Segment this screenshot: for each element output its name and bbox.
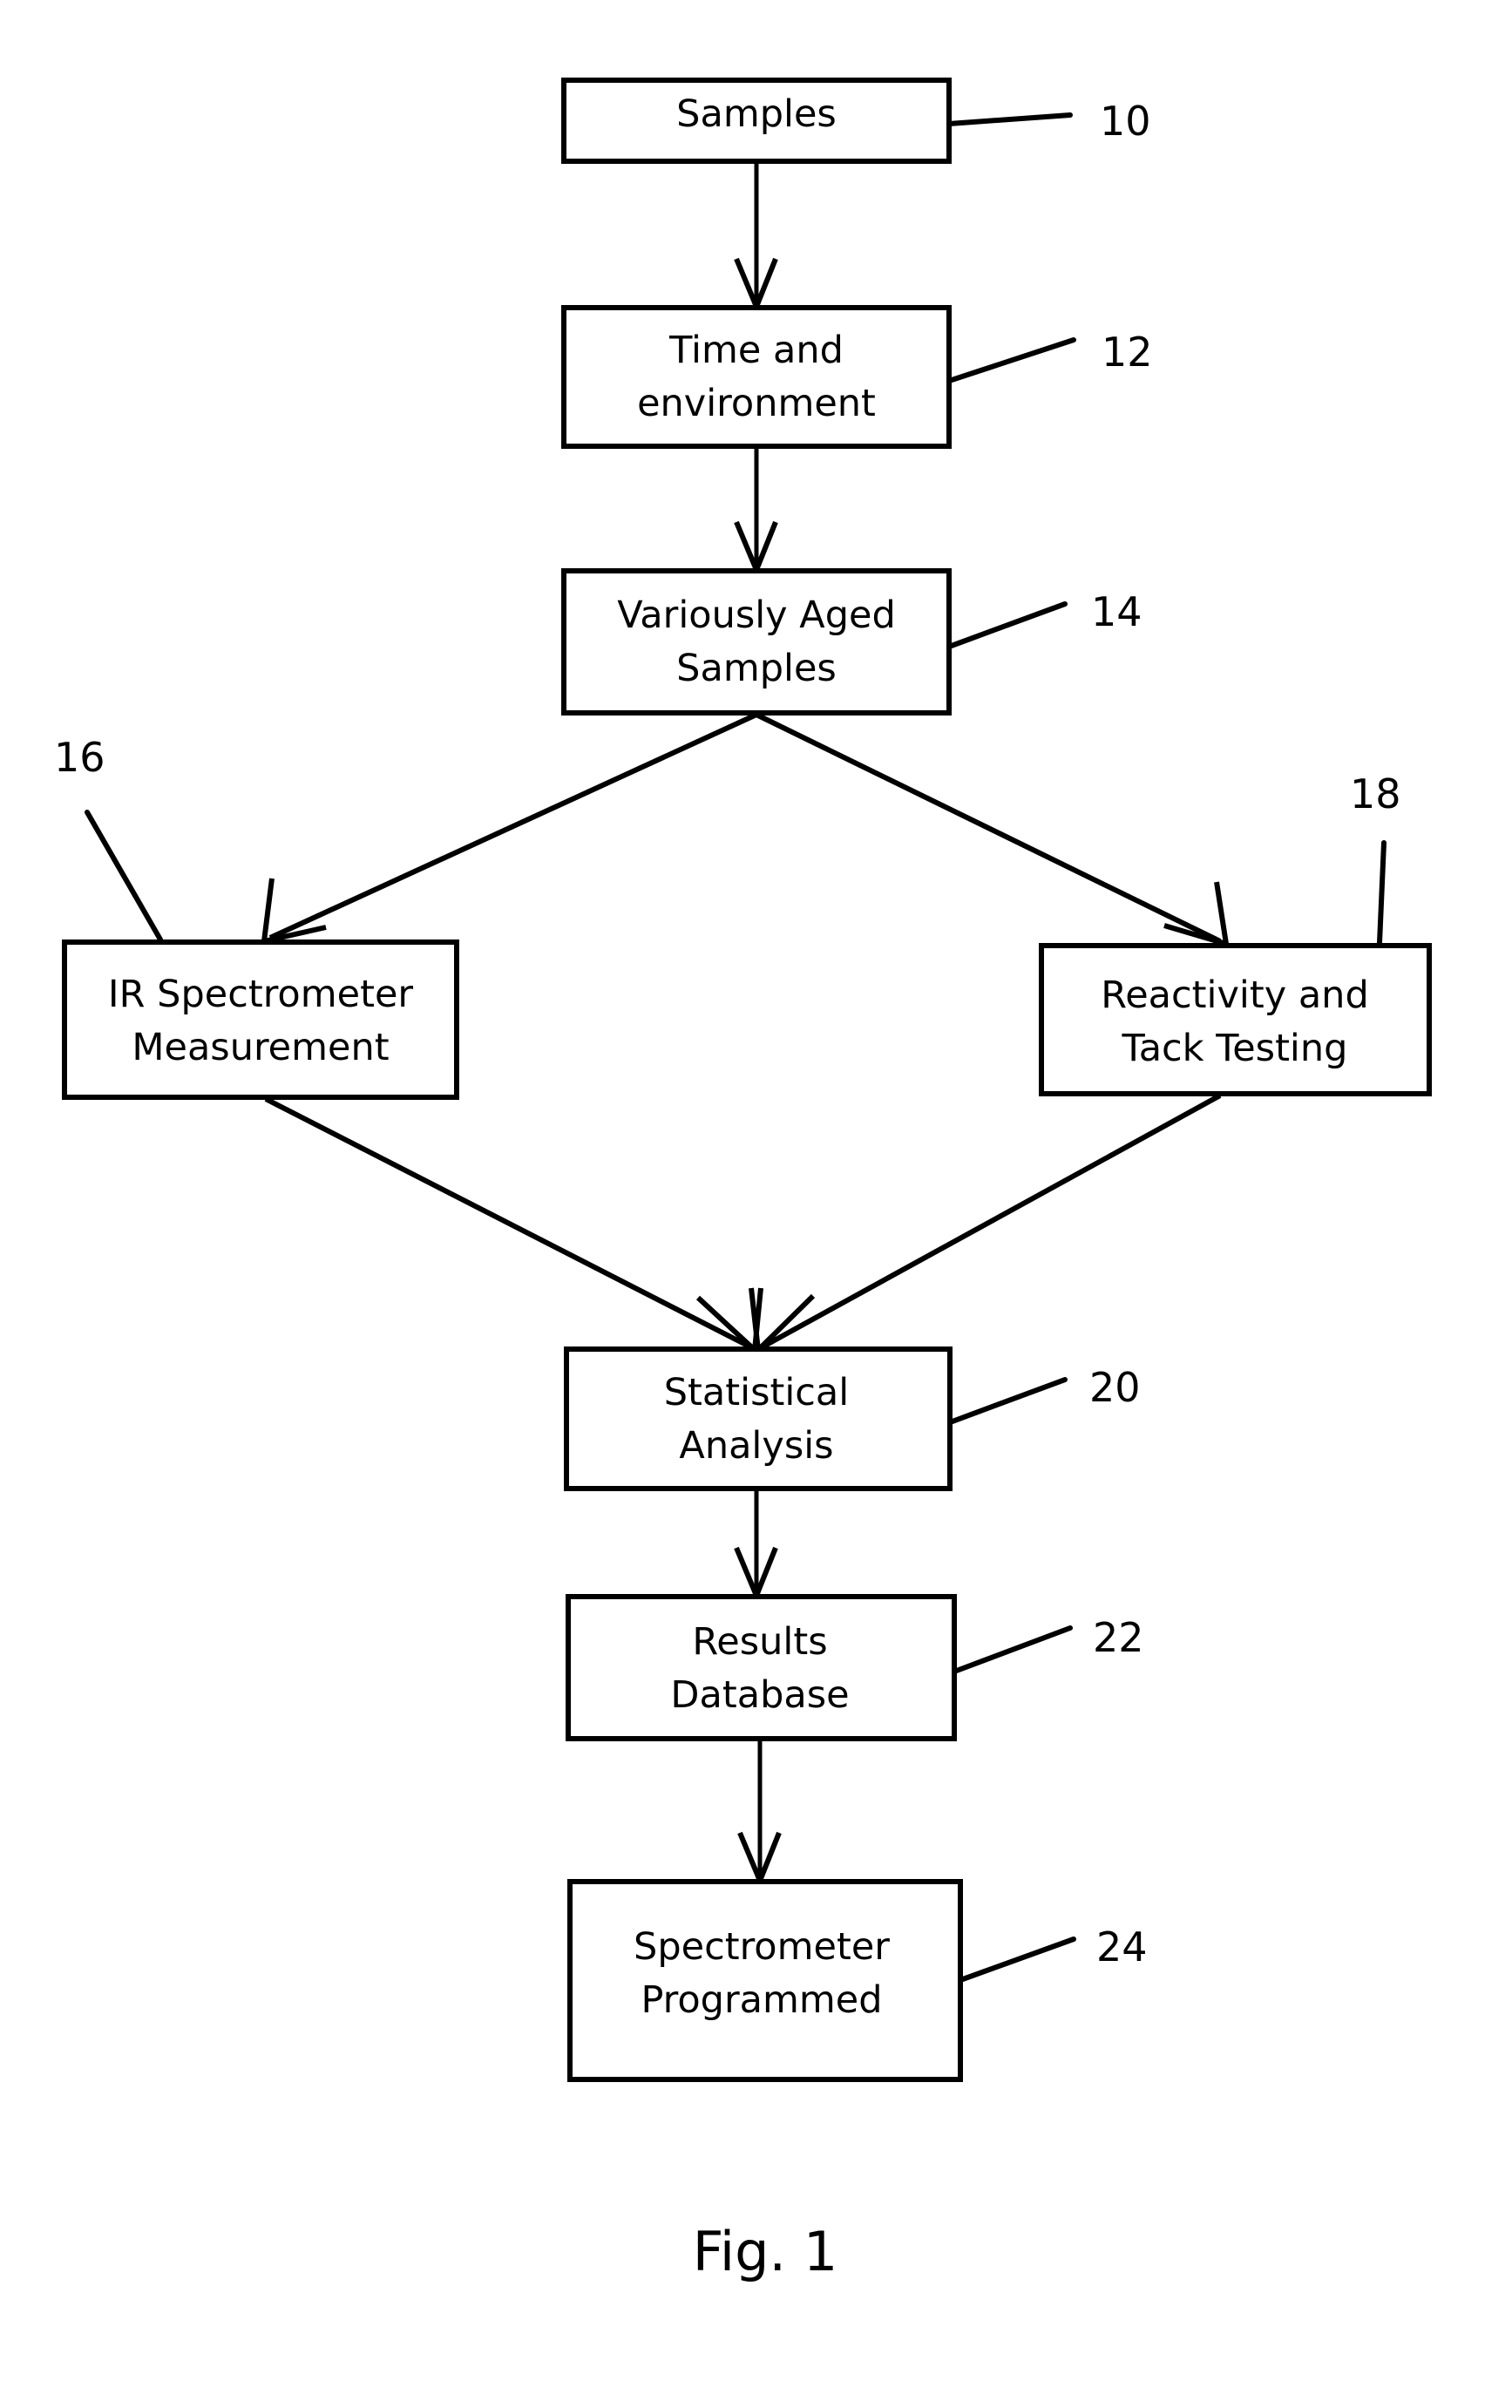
node-ir-spectrometer-measurement[interactable]: IR Spectrometer Measurement bbox=[62, 939, 459, 1100]
node-statistical-analysis-label-line1: Statistical bbox=[664, 1371, 849, 1414]
node-spectrometer-programmed-label-line2: Programmed bbox=[641, 1978, 882, 2022]
figure-caption: Fig. 1 bbox=[693, 2220, 838, 2283]
ref-number-20: 20 bbox=[1089, 1364, 1141, 1411]
ref-callout-12: 12 bbox=[946, 329, 1153, 383]
node-statistical-analysis-label-line2: Analysis bbox=[679, 1424, 833, 1468]
ref-callout-14: 14 bbox=[946, 588, 1142, 649]
node-variously-aged-samples-label-line1: Variously Aged bbox=[617, 594, 896, 637]
node-time-and-environment[interactable]: Time and environment bbox=[561, 305, 952, 449]
edge-aged-to-ir bbox=[261, 712, 758, 945]
ref-number-12: 12 bbox=[1102, 329, 1153, 376]
ref-leader-22 bbox=[952, 1625, 1073, 1674]
figure-page: Samples 10 Time and environment 12 Vario… bbox=[0, 0, 1512, 2408]
ref-callout-10: 10 bbox=[946, 98, 1151, 145]
node-variously-aged-samples-label-line2: Samples bbox=[676, 647, 837, 690]
node-ir-spectrometer-measurement-label-line1: IR Spectrometer bbox=[108, 973, 413, 1016]
node-ir-spectrometer-measurement-box[interactable] bbox=[62, 939, 459, 1100]
ref-leader-18 bbox=[1377, 840, 1387, 946]
node-results-database[interactable]: Results Database bbox=[566, 1594, 957, 1741]
ref-number-18: 18 bbox=[1350, 770, 1401, 817]
node-reactivity-and-tack-testing[interactable]: Reactivity and Tack Testing bbox=[1039, 943, 1432, 1096]
node-variously-aged-samples[interactable]: Variously Aged Samples bbox=[561, 568, 952, 716]
node-spectrometer-programmed-label-line1: Spectrometer bbox=[634, 1925, 890, 1969]
node-results-database-label-line1: Results bbox=[692, 1620, 827, 1664]
node-samples[interactable]: Samples bbox=[561, 78, 952, 164]
node-time-and-environment-label-line1: Time and bbox=[668, 329, 844, 372]
edge-ir-to-statistical bbox=[264, 1096, 763, 1356]
node-statistical-analysis[interactable]: Statistical Analysis bbox=[564, 1346, 953, 1491]
ref-leader-12 bbox=[946, 337, 1076, 383]
ref-number-14: 14 bbox=[1091, 588, 1142, 635]
edge-aged-to-reactivity bbox=[755, 712, 1230, 948]
edge-samples-to-time bbox=[734, 161, 778, 314]
ref-callout-22: 22 bbox=[952, 1614, 1144, 1674]
edge-time-to-aged bbox=[734, 446, 778, 577]
edge-results-to-spectrometer bbox=[737, 1739, 782, 1888]
edge-reactivity-to-statistical bbox=[749, 1093, 1222, 1356]
flowchart-canvas: Samples 10 Time and environment 12 Vario… bbox=[54, 78, 1432, 2283]
ref-callout-20: 20 bbox=[947, 1364, 1141, 1425]
node-spectrometer-programmed[interactable]: Spectrometer Programmed bbox=[567, 1879, 963, 2082]
edge-statistical-to-results bbox=[734, 1489, 778, 1603]
node-samples-label-line1: Samples bbox=[676, 92, 837, 136]
node-reactivity-and-tack-testing-label-line2: Tack Testing bbox=[1122, 1027, 1348, 1070]
node-reactivity-and-tack-testing-box[interactable] bbox=[1039, 943, 1432, 1096]
ref-callout-16: 16 bbox=[54, 734, 163, 942]
ref-leader-24 bbox=[958, 1937, 1076, 1983]
node-statistical-analysis-box[interactable] bbox=[564, 1346, 953, 1491]
node-results-database-label-line2: Database bbox=[670, 1673, 849, 1717]
node-results-database-box[interactable] bbox=[566, 1594, 957, 1741]
ref-leader-10 bbox=[946, 112, 1073, 126]
ref-callout-24: 24 bbox=[958, 1923, 1148, 1983]
ref-number-10: 10 bbox=[1100, 98, 1151, 145]
ref-leader-20 bbox=[947, 1377, 1068, 1425]
ref-leader-16 bbox=[85, 810, 163, 942]
ref-leader-14 bbox=[946, 601, 1068, 649]
node-ir-spectrometer-measurement-label-line2: Measurement bbox=[132, 1026, 389, 1069]
ref-number-24: 24 bbox=[1096, 1923, 1148, 1970]
ref-callout-18: 18 bbox=[1350, 770, 1401, 946]
node-variously-aged-samples-box[interactable] bbox=[561, 568, 952, 716]
node-time-and-environment-label-line2: environment bbox=[637, 382, 876, 425]
ref-number-16: 16 bbox=[54, 734, 105, 781]
ref-number-22: 22 bbox=[1093, 1614, 1144, 1661]
node-reactivity-and-tack-testing-label-line1: Reactivity and bbox=[1101, 973, 1368, 1017]
